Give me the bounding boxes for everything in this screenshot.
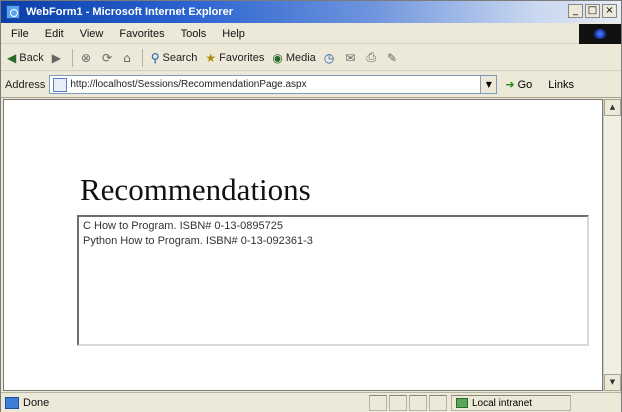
back-arrow-icon: ◀ (7, 50, 17, 65)
page-title: Recommendations (80, 172, 311, 207)
zone-label: Local intranet (472, 397, 533, 409)
scroll-up-icon[interactable]: ▲ (604, 99, 621, 116)
search-label: Search (162, 51, 198, 64)
chevron-down-icon[interactable]: ▼ (480, 76, 497, 93)
star-icon: ★ (205, 50, 217, 65)
back-button[interactable]: ◀ Back (7, 51, 44, 65)
media-icon: ◉ (272, 50, 283, 65)
close-button[interactable]: × (602, 4, 617, 18)
go-label: Go (517, 78, 533, 91)
window-controls: _ □ × (568, 4, 617, 18)
page-icon (53, 77, 68, 92)
page-done-icon (5, 396, 19, 409)
address-label: Address (5, 78, 46, 91)
page-content: Recommendations C How to Program. ISBN# … (3, 99, 603, 391)
history-icon: ◷ (323, 50, 335, 65)
status-text: Done (23, 396, 50, 409)
status-panels (369, 395, 447, 411)
title-bar[interactable]: WebForm1 - Microsoft Internet Explorer _… (1, 1, 621, 23)
menu-favorites[interactable]: Favorites (119, 28, 164, 40)
menu-view[interactable]: View (80, 28, 104, 40)
menu-help[interactable]: Help (222, 28, 245, 40)
home-button[interactable]: ⌂ (123, 51, 134, 65)
refresh-icon: ⟳ (102, 50, 113, 65)
address-input[interactable]: http://localhost/Sessions/Recommendation… (49, 75, 498, 94)
stop-icon: ⊗ (80, 50, 91, 65)
security-zone: Local intranet (451, 395, 571, 411)
forward-arrow-icon: ▶ (51, 50, 61, 65)
status-panel (429, 395, 447, 411)
menu-edit[interactable]: Edit (45, 28, 64, 40)
media-label: Media (285, 51, 316, 64)
vertical-scrollbar[interactable]: ▲ ▼ (603, 99, 621, 391)
menu-bar: File Edit View Favorites Tools Help (1, 24, 621, 44)
go-button[interactable]: ➜ Go (505, 78, 532, 91)
intranet-icon (456, 398, 468, 408)
status-panel (389, 395, 407, 411)
print-icon: ⎙ (366, 50, 376, 64)
search-icon: ⚲ (150, 50, 160, 65)
edit-button[interactable]: ✎ (387, 51, 400, 65)
search-button[interactable]: ⚲ Search (151, 51, 198, 65)
toolbar-separator (141, 48, 143, 67)
minimize-button[interactable]: _ (568, 4, 583, 18)
address-bar: Address http://localhost/Sessions/Recomm… (1, 72, 621, 98)
menu-tools[interactable]: Tools (181, 28, 207, 40)
go-arrow-icon: ➜ (505, 78, 515, 91)
address-url[interactable]: http://localhost/Sessions/Recommendation… (70, 79, 480, 90)
stop-button[interactable]: ⊗ (81, 51, 94, 65)
standard-toolbar: ◀ Back ▶ ⊗ ⟳ ⌂ ⚲ Search ★ Favorites ◉ Me… (1, 45, 621, 71)
print-button[interactable]: ⎙ (366, 50, 379, 65)
status-panel (409, 395, 427, 411)
status-bar: Done Local intranet (1, 392, 621, 412)
links-button[interactable]: Links (548, 79, 574, 91)
refresh-button[interactable]: ⟳ (102, 51, 115, 65)
maximize-button[interactable]: □ (585, 4, 600, 18)
favorites-button[interactable]: ★ Favorites (205, 51, 264, 65)
edit-icon: ✎ (386, 50, 398, 65)
back-label: Back (19, 51, 44, 64)
windows-logo-icon (579, 24, 621, 44)
toolbar-separator (71, 48, 73, 67)
forward-button[interactable]: ▶ (52, 51, 64, 65)
home-icon: ⌂ (123, 50, 131, 65)
menu-file[interactable]: File (11, 28, 29, 40)
scroll-down-icon[interactable]: ▼ (604, 374, 621, 391)
mail-icon: ✉ (345, 50, 356, 65)
browser-window: WebForm1 - Microsoft Internet Explorer _… (0, 0, 622, 412)
status-panel (369, 395, 387, 411)
favorites-label: Favorites (219, 51, 265, 64)
recommendations-listbox[interactable]: C How to Program. ISBN# 0-13-0895725 Pyt… (77, 215, 589, 346)
mail-button[interactable]: ✉ (345, 51, 358, 65)
media-button[interactable]: ◉ Media (272, 51, 315, 65)
list-item[interactable]: C How to Program. ISBN# 0-13-0895725 (83, 219, 583, 234)
list-item[interactable]: Python How to Program. ISBN# 0-13-092361… (83, 234, 583, 249)
window-title: WebForm1 - Microsoft Internet Explorer (26, 6, 233, 18)
history-button[interactable]: ◷ (324, 51, 337, 65)
ie-icon (6, 5, 20, 19)
